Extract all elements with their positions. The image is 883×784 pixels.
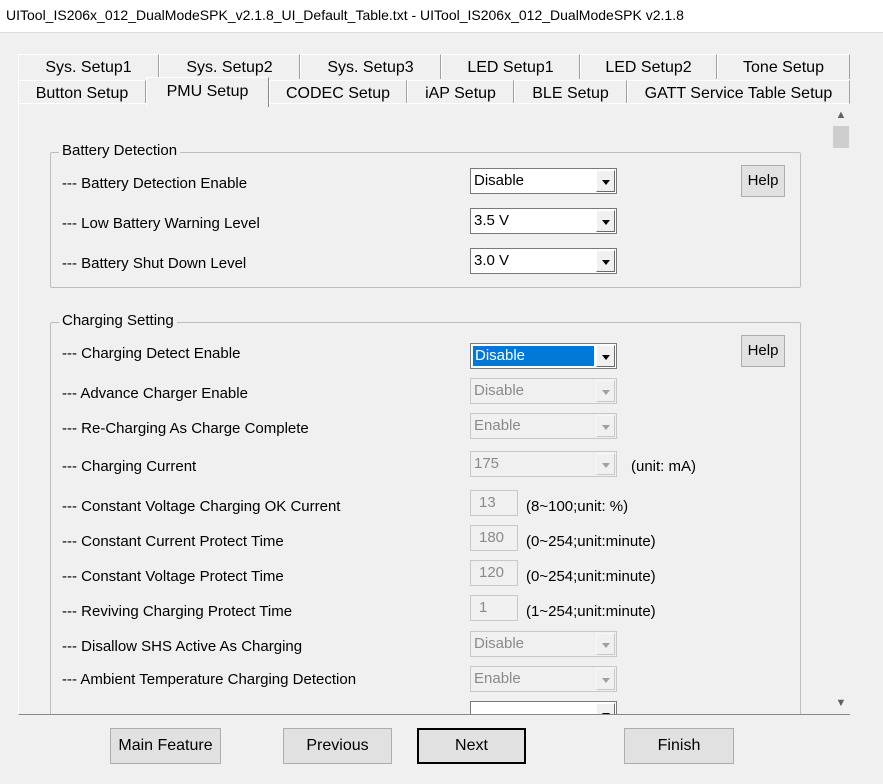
charging-current-select[interactable]: 175 <box>470 451 617 477</box>
ambient-temp-detection-label: --- Ambient Temperature Charging Detecti… <box>62 671 357 688</box>
tab-ble-setup[interactable]: BLE Setup <box>514 80 627 105</box>
re-charging-label: --- Re-Charging As Charge Complete <box>62 420 309 437</box>
cv-charging-ok-current-unit: (8~100;unit: %) <box>526 498 629 515</box>
cc-protect-time-unit: (0~254;unit:minute) <box>526 533 656 550</box>
tab-codec-setup[interactable]: CODEC Setup <box>269 80 407 105</box>
vertical-scrollbar[interactable]: ▲ ▼ <box>832 104 850 714</box>
window-title: UITool_IS206x_012_DualModeSPK_v2.1.8_UI_… <box>6 7 684 23</box>
cc-protect-time-field[interactable]: 180 <box>470 525 518 551</box>
ambient-temp-detection-select[interactable]: Enable <box>470 666 617 692</box>
partial-next-row-select[interactable] <box>470 701 617 714</box>
reviving-charging-protect-time-unit: (1~254;unit:minute) <box>526 603 656 620</box>
scroll-up-icon[interactable]: ▲ <box>832 106 850 124</box>
finish-button[interactable]: Finish <box>624 728 734 764</box>
advance-charger-enable-label: --- Advance Charger Enable <box>62 385 248 402</box>
cv-charging-ok-current-field[interactable]: 13 <box>470 490 518 516</box>
battery-detection-enable-label: --- Battery Detection Enable <box>62 175 248 192</box>
tab-sys-setup3[interactable]: Sys. Setup3 <box>300 54 441 79</box>
reviving-charging-protect-time-field[interactable]: 1 <box>470 595 518 621</box>
charging-detect-enable-label: --- Charging Detect Enable <box>62 345 241 362</box>
main-feature-button[interactable]: Main Feature <box>110 728 221 764</box>
charging-current-label: --- Charging Current <box>62 458 197 475</box>
bottom-edge <box>0 780 883 784</box>
low-battery-warning-level-select[interactable]: 3.5 V <box>470 208 617 234</box>
next-button[interactable]: Next <box>417 728 526 764</box>
cv-charging-ok-current-label: --- Constant Voltage Charging OK Current <box>62 498 341 515</box>
charging-detect-enable-select[interactable]: Disable <box>470 343 617 369</box>
tab-tone-setup[interactable]: Tone Setup <box>717 54 850 79</box>
tab-sys-setup1[interactable]: Sys. Setup1 <box>18 54 159 79</box>
tab-led-setup2[interactable]: LED Setup2 <box>580 54 717 79</box>
charging-current-unit: (unit: mA) <box>631 458 697 475</box>
group-title: Charging Setting <box>59 312 177 329</box>
tab-sys-setup2[interactable]: Sys. Setup2 <box>159 54 300 79</box>
battery-shut-down-level-select[interactable]: 3.0 V <box>470 248 617 274</box>
battery-shut-down-level-label: --- Battery Shut Down Level <box>62 255 247 272</box>
previous-button[interactable]: Previous <box>283 728 392 764</box>
tab-pmu-setup[interactable]: PMU Setup <box>146 77 269 107</box>
advance-charger-enable-select[interactable]: Disable <box>470 378 617 404</box>
tab-iap-setup[interactable]: iAP Setup <box>407 80 514 105</box>
disallow-shs-select[interactable]: Disable <box>470 631 617 657</box>
cv-protect-time-unit: (0~254;unit:minute) <box>526 568 656 585</box>
scroll-content: Battery Detection --- Battery Detection … <box>20 104 830 714</box>
cc-protect-time-label: --- Constant Current Protect Time <box>62 533 284 550</box>
title-bar: UITool_IS206x_012_DualModeSPK_v2.1.8_UI_… <box>0 0 883 33</box>
tab-gatt-service-table-setup[interactable]: GATT Service Table Setup <box>627 80 850 105</box>
battery-help-button[interactable]: Help <box>741 165 785 197</box>
reviving-charging-protect-time-label: --- Reviving Charging Protect Time <box>62 603 293 620</box>
cv-protect-time-label: --- Constant Voltage Protect Time <box>62 568 284 585</box>
tab-row-1: Sys. Setup1 Sys. Setup2 Sys. Setup3 LED … <box>18 54 850 80</box>
battery-detection-enable-select[interactable]: Disable <box>470 168 617 194</box>
re-charging-select[interactable]: Enable <box>470 413 617 439</box>
scroll-down-icon[interactable]: ▼ <box>832 694 850 712</box>
charging-setting-group: Charging Setting <box>50 312 801 714</box>
scroll-thumb[interactable] <box>833 126 849 148</box>
tab-button-setup[interactable]: Button Setup <box>18 80 146 105</box>
low-battery-warning-level-label: --- Low Battery Warning Level <box>62 215 260 232</box>
disallow-shs-label: --- Disallow SHS Active As Charging <box>62 638 303 655</box>
cv-protect-time-field[interactable]: 120 <box>470 560 518 586</box>
group-title: Battery Detection <box>59 142 181 159</box>
charging-help-button[interactable]: Help <box>741 335 785 367</box>
tab-led-setup1[interactable]: LED Setup1 <box>441 54 580 79</box>
